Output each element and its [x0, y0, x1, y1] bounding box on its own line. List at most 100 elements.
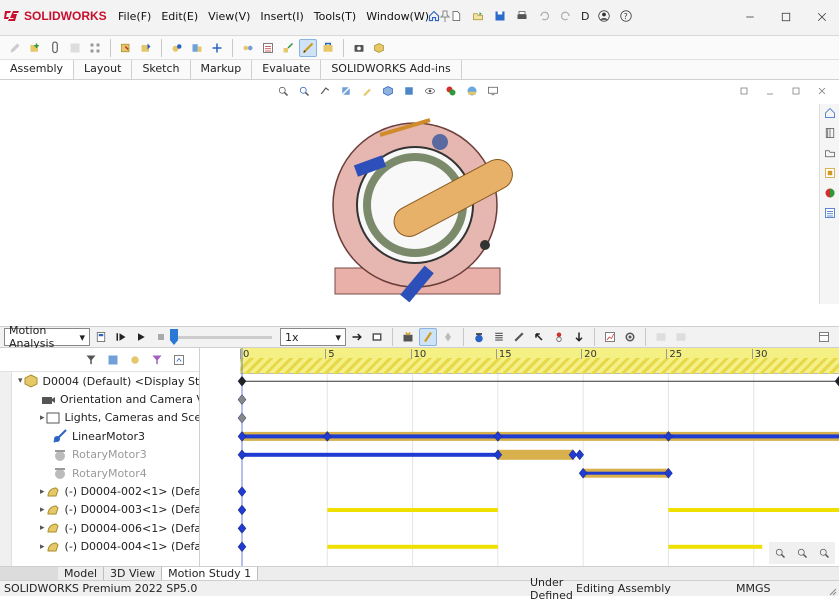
keypoint[interactable] [237, 486, 247, 498]
zoom-out-timeline-icon[interactable] [793, 544, 811, 562]
filter-animated-icon[interactable] [82, 351, 100, 369]
component-preview-icon[interactable] [66, 39, 84, 57]
playback-mode-icon[interactable] [348, 328, 366, 346]
design-study-icon[interactable] [652, 328, 670, 346]
tree-item[interactable]: ▾ D0004 (Default) <Display Sta [12, 372, 199, 390]
resources-icon[interactable] [821, 104, 839, 122]
dynamic-annotation-icon[interactable] [358, 82, 376, 100]
play-icon[interactable] [132, 328, 150, 346]
add-update-key-icon[interactable] [439, 328, 457, 346]
linear-pattern-icon[interactable] [86, 39, 104, 57]
force-icon[interactable] [530, 328, 548, 346]
view-orientation-icon[interactable] [379, 82, 397, 100]
show-hidden-icon[interactable] [168, 39, 186, 57]
gravity-icon[interactable] [570, 328, 588, 346]
autosort-icon[interactable] [170, 351, 188, 369]
tree-item[interactable]: ▸ Lights, Cameras and Sce [12, 409, 199, 427]
tab-3d-view[interactable]: 3D View [104, 567, 163, 580]
menu-tools[interactable]: Tools(T) [314, 10, 356, 25]
user-icon[interactable] [595, 7, 613, 25]
section-view-icon[interactable] [337, 82, 355, 100]
save-animation-icon[interactable] [368, 328, 386, 346]
file-explorer-icon[interactable] [821, 144, 839, 162]
home-icon[interactable] [425, 7, 443, 25]
resize-grip-icon[interactable] [821, 580, 839, 598]
previous-view-icon[interactable] [316, 82, 334, 100]
keypoint[interactable] [237, 541, 247, 553]
tab-layout[interactable]: Layout [74, 60, 133, 79]
bill-of-materials-icon[interactable] [259, 39, 277, 57]
menu-window[interactable]: Window(W) [366, 10, 429, 25]
exploded-view-icon[interactable] [279, 39, 297, 57]
doc-minimize-icon[interactable] [761, 82, 779, 100]
play-from-start-icon[interactable] [112, 328, 130, 346]
autokey-icon[interactable] [419, 328, 437, 346]
reference-geometry-icon[interactable] [208, 39, 226, 57]
minimize-icon[interactable] [741, 8, 759, 26]
new-document-icon[interactable] [447, 7, 465, 25]
menu-insert[interactable]: Insert(I) [260, 10, 303, 25]
tab-scroll-buttons[interactable] [0, 567, 58, 580]
move-component-icon[interactable] [137, 39, 155, 57]
large-assembly-icon[interactable] [370, 39, 388, 57]
status-units[interactable]: MMGS [736, 582, 776, 595]
tree-item[interactable]: LinearMotor3 [12, 427, 199, 445]
undo-icon[interactable] [535, 7, 553, 25]
tab-markup[interactable]: Markup [191, 60, 253, 79]
menu-edit[interactable]: Edit(E) [161, 10, 198, 25]
view-settings-icon[interactable] [484, 82, 502, 100]
instant3d-icon[interactable] [299, 38, 317, 57]
zoom-fit-timeline-icon[interactable] [815, 544, 833, 562]
keypoint[interactable] [237, 449, 247, 461]
part-motion-bar[interactable] [668, 508, 839, 512]
contact-icon[interactable] [550, 328, 568, 346]
part-motion-bar[interactable] [327, 508, 498, 512]
edit-appearance-icon[interactable] [442, 82, 460, 100]
animation-wizard-icon[interactable] [399, 328, 417, 346]
design-library-icon[interactable] [821, 124, 839, 142]
motor-bar[interactable] [242, 452, 498, 457]
open-folder-icon[interactable] [469, 7, 487, 25]
keypoint[interactable] [237, 504, 247, 516]
motor-bar[interactable] [583, 471, 669, 475]
view-palette-icon[interactable] [821, 164, 839, 182]
custom-properties-icon[interactable] [821, 204, 839, 222]
insert-component-icon[interactable] [26, 39, 44, 57]
tree-scrollbar[interactable] [0, 372, 12, 566]
filter-driving-icon[interactable] [104, 351, 122, 369]
motor-icon[interactable] [470, 328, 488, 346]
tab-addins[interactable]: SOLIDWORKS Add-ins [321, 60, 462, 79]
keypoint[interactable] [834, 375, 839, 387]
zoom-to-fit-icon[interactable] [274, 82, 292, 100]
tab-assembly[interactable]: Assembly [0, 60, 75, 79]
tab-evaluate[interactable]: Evaluate [252, 60, 322, 79]
doc-maximize-icon[interactable] [787, 82, 805, 100]
part-motion-bar[interactable] [327, 544, 498, 549]
playback-speed-select[interactable]: 1x ▾ [280, 328, 346, 346]
results-plots-icon[interactable] [601, 328, 619, 346]
tree-item[interactable]: ▸ (-) D0004-006<1> (Defa [12, 519, 199, 537]
keypoint[interactable] [575, 449, 585, 461]
tab-sketch[interactable]: Sketch [132, 60, 191, 79]
assembly-features-icon[interactable] [188, 39, 206, 57]
tree-item[interactable]: ▸ (-) D0004-004<1> (Defa [12, 538, 199, 556]
update-speedpak-icon[interactable] [319, 39, 337, 57]
filter-selected-icon[interactable] [126, 351, 144, 369]
timeline-tracks[interactable] [200, 348, 839, 566]
new-motion-study-icon[interactable] [239, 39, 257, 57]
tree-item[interactable]: RotaryMotor3 [12, 446, 199, 464]
doc-close-icon[interactable] [813, 82, 831, 100]
zoom-to-area-icon[interactable] [295, 82, 313, 100]
tab-motion-study[interactable]: Motion Study 1 [162, 567, 259, 580]
study-type-select[interactable]: Motion Analysis ▾ [4, 324, 90, 350]
appearances-icon[interactable] [821, 184, 839, 202]
filter-results-icon[interactable] [148, 351, 166, 369]
help-icon[interactable]: ? [617, 7, 635, 25]
graphics-area[interactable] [0, 80, 839, 326]
tab-model[interactable]: Model [58, 567, 105, 580]
mate-icon[interactable] [46, 39, 64, 57]
doc-restore-icon[interactable] [735, 82, 753, 100]
tree-item[interactable]: Orientation and Camera Views [12, 390, 199, 408]
stop-icon[interactable] [152, 328, 170, 346]
spring-icon[interactable] [490, 328, 508, 346]
